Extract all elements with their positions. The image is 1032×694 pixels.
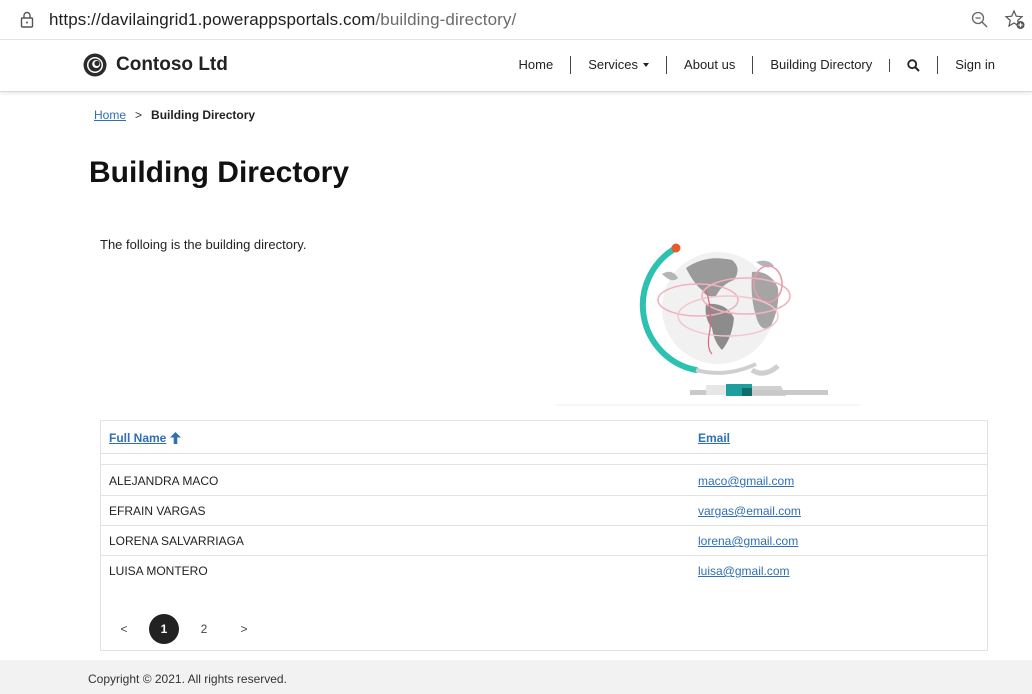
nav-sign-in[interactable]: Sign in	[937, 56, 1012, 74]
breadcrumb-home-link[interactable]: Home	[94, 108, 126, 122]
table-spacer-row	[101, 453, 987, 465]
sort-ascending-icon	[166, 432, 182, 444]
nav-sign-in-label: Sign in	[955, 57, 995, 72]
directory-table: Full Name Email ALEJANDRA MACO maco@gmai…	[100, 420, 988, 651]
nav-building-directory[interactable]: Building Directory	[752, 56, 889, 74]
pagination-prev-button[interactable]: <	[109, 614, 139, 644]
cell-full-name: LUISA MONTERO	[109, 564, 208, 578]
site-footer: Copyright © 2021. All rights reserved.	[0, 660, 1032, 694]
brand-link[interactable]: Contoso Ltd	[82, 51, 228, 79]
pagination: < 1 2 >	[109, 614, 269, 644]
main-nav: Home Services About us Building Director…	[502, 54, 1013, 76]
column-header-full-name[interactable]: Full Name	[109, 431, 182, 445]
table-header: Full Name Email	[101, 421, 987, 453]
pagination-page-1[interactable]: 1	[149, 614, 179, 644]
cell-full-name: EFRAIN VARGAS	[109, 504, 206, 518]
table-row: LORENA SALVARRIAGA lorena@gmail.com	[101, 526, 987, 556]
column-header-email[interactable]: Email	[698, 431, 730, 445]
nav-search[interactable]	[889, 58, 937, 72]
nav-home-label: Home	[518, 57, 554, 72]
lock-icon[interactable]	[20, 11, 34, 28]
pagination-next-button[interactable]: >	[229, 614, 259, 644]
browser-address-bar: https://davilaingrid1.powerappsportals.c…	[0, 0, 1032, 40]
cell-full-name: LORENA SALVARRIAGA	[109, 534, 244, 548]
breadcrumb-current: Building Directory	[151, 108, 256, 122]
nav-about-us[interactable]: About us	[666, 56, 752, 74]
cell-email-link[interactable]: luisa@gmail.com	[698, 564, 790, 578]
url-host: https://davilaingrid1.powerappsportals.c…	[49, 10, 376, 29]
nav-about-label: About us	[684, 57, 736, 72]
breadcrumb: Home > Building Directory	[94, 108, 255, 122]
favorites-add-icon[interactable]	[1004, 9, 1026, 31]
brand-name: Contoso Ltd	[116, 54, 228, 75]
column-header-full-name-label: Full Name	[109, 431, 167, 445]
cell-full-name: ALEJANDRA MACO	[109, 474, 219, 488]
table-row: EFRAIN VARGAS vargas@email.com	[101, 496, 987, 526]
table-row: ALEJANDRA MACO maco@gmail.com	[101, 466, 987, 496]
intro-text: The folloing is the building directory.	[100, 237, 307, 252]
table-row: LUISA MONTERO luisa@gmail.com	[101, 556, 987, 586]
page-title: Building Directory	[89, 156, 350, 189]
cell-email-link[interactable]: lorena@gmail.com	[698, 534, 798, 548]
footer-copyright: Copyright © 2021. All rights reserved.	[88, 672, 287, 686]
nav-home[interactable]: Home	[502, 56, 571, 74]
pagination-page-2[interactable]: 2	[189, 614, 219, 644]
contoso-logo-icon	[83, 53, 107, 77]
caret-down-icon	[643, 63, 650, 67]
breadcrumb-separator: >	[135, 108, 143, 122]
cell-email-link[interactable]: maco@gmail.com	[698, 474, 794, 488]
cell-email-link[interactable]: vargas@email.com	[698, 504, 801, 518]
nav-services[interactable]: Services	[570, 56, 666, 74]
zoom-out-icon[interactable]	[970, 10, 990, 30]
site-header: Contoso Ltd Home Services About us Build…	[0, 40, 1032, 92]
nav-services-label: Services	[588, 57, 639, 72]
search-icon	[907, 58, 920, 72]
url-field[interactable]: https://davilaingrid1.powerappsportals.c…	[49, 10, 516, 30]
globe-illustration	[556, 243, 860, 406]
column-header-email-label: Email	[698, 431, 731, 445]
nav-building-directory-label: Building Directory	[770, 57, 873, 72]
url-path: /building-directory/	[375, 10, 517, 29]
